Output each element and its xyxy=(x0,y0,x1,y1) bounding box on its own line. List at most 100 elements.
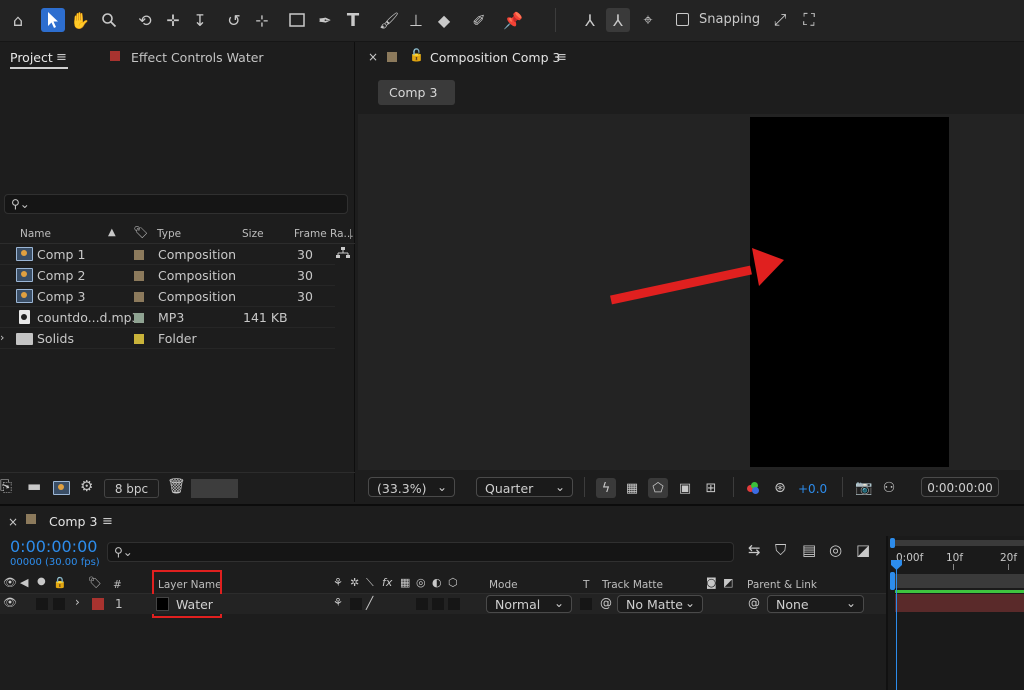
type-icon[interactable]: T xyxy=(341,8,365,32)
draft-3d-icon[interactable]: ⛉ xyxy=(775,543,786,558)
resolution-dropdown[interactable]: Quarter ⌄ xyxy=(476,477,573,497)
audio-icon[interactable]: ◀ xyxy=(20,577,28,588)
rotation-icon[interactable]: ↺ xyxy=(222,8,246,32)
composition-tab-title[interactable]: Composition Comp 3 xyxy=(430,50,560,65)
project-item-comp-3[interactable]: Comp 3 Composition 30 xyxy=(0,286,335,307)
rectangle-icon[interactable] xyxy=(285,8,309,32)
frame-blending-icon[interactable]: ◎ xyxy=(829,543,842,558)
dolly-camera-icon[interactable]: ↧ xyxy=(188,8,212,32)
motion-blur-switch[interactable] xyxy=(416,598,428,610)
project-item-comp-1[interactable]: Comp 1 Composition 30 xyxy=(0,244,335,265)
sort-ascending-icon[interactable]: ▲ xyxy=(108,228,116,238)
label-swatch[interactable] xyxy=(134,334,144,344)
view-axis-icon[interactable]: ⌖ xyxy=(636,8,660,32)
interpret-footage-icon[interactable]: ⎘ xyxy=(0,479,12,494)
3d-layer-icon[interactable]: ⬡ xyxy=(448,577,458,588)
trash-icon[interactable]: 🗑 xyxy=(167,479,186,494)
expand-chevron-icon[interactable]: › xyxy=(0,332,4,343)
track-matte-pickwhip-icon[interactable]: @ xyxy=(600,597,612,609)
column-type[interactable]: Type xyxy=(157,228,181,240)
project-item-comp-2[interactable]: Comp 2 Composition 30 xyxy=(0,265,335,286)
column-frame-rate[interactable]: Frame Ra... xyxy=(294,228,354,240)
parent-pickwhip-icon[interactable]: @ xyxy=(748,597,760,609)
region-of-interest-icon[interactable]: ▣ xyxy=(675,478,695,498)
expand-chevron-icon[interactable]: › xyxy=(75,596,80,608)
magnification-dropdown[interactable]: (33.3%) ⌄ xyxy=(368,477,455,497)
pan-camera-icon[interactable]: ✛ xyxy=(161,8,185,32)
exposure-value[interactable]: +0.0 xyxy=(798,482,827,496)
label-swatch[interactable] xyxy=(134,313,144,323)
pen-icon[interactable]: ✒ xyxy=(313,8,337,32)
solo-toggle[interactable] xyxy=(36,598,48,610)
selection-arrow-icon[interactable] xyxy=(41,8,65,32)
current-time-display[interactable]: 0:00:00:00 xyxy=(10,537,97,556)
collapse-switch[interactable] xyxy=(350,598,362,610)
blend-mode-dropdown[interactable]: Normal ⌄ xyxy=(486,595,572,613)
quality-switch-icon[interactable]: ╱ xyxy=(366,597,373,609)
puppet-pin-icon[interactable]: 📌 xyxy=(501,8,525,32)
panel-menu-icon[interactable]: ≡ xyxy=(56,51,67,64)
playhead-handle[interactable] xyxy=(891,560,902,570)
label-swatch[interactable] xyxy=(134,292,144,302)
lock-icon[interactable]: 🔒 xyxy=(53,577,67,588)
work-area-bar[interactable] xyxy=(895,574,1024,588)
motion-blur-icon[interactable]: ◪ xyxy=(856,543,870,558)
label-swatch[interactable] xyxy=(134,250,144,260)
mask-path-visibility-icon[interactable]: ⬠ xyxy=(648,478,668,498)
expand-snap-icon[interactable]: ⤢ xyxy=(768,8,792,32)
layer-row-water[interactable]: 👁 › 1 Water ⚘ ╱ Normal ⌄ @ No Matte ⌄ @ No… xyxy=(0,594,886,614)
timeline-graph-area[interactable]: 0:00f 10f 20f xyxy=(886,536,1024,690)
label-tag-icon[interactable]: 🏷 xyxy=(133,226,148,238)
project-item-audio[interactable]: countdo...d.mp3 MP3 141 KB xyxy=(0,307,335,328)
video-visibility-icon[interactable]: 👁 xyxy=(3,577,17,588)
brush-icon[interactable]: 🖌 xyxy=(377,8,401,32)
roto-brush-icon[interactable]: ✐ xyxy=(467,8,491,32)
flowchart-icon[interactable] xyxy=(336,247,350,259)
new-folder-icon[interactable]: ▬ xyxy=(27,479,41,494)
playhead-line[interactable] xyxy=(896,564,897,690)
orbit-camera-icon[interactable]: ⟲ xyxy=(133,8,157,32)
project-item-solids-folder[interactable]: › Solids Folder xyxy=(0,328,335,349)
composition-mini-flowchart-icon[interactable]: ⇆ xyxy=(748,543,761,558)
shy-icon[interactable]: ⚘ xyxy=(333,577,343,588)
adjustment-layer-icon[interactable]: ◐ xyxy=(432,577,442,588)
matte-invert-icon[interactable]: ◩ xyxy=(723,577,733,588)
layer-label-swatch[interactable] xyxy=(92,598,104,610)
label-tag-icon[interactable]: 🏷 xyxy=(88,577,102,588)
layer-name[interactable]: Water xyxy=(176,597,213,612)
comp-3-breadcrumb[interactable]: Comp 3 xyxy=(378,80,455,105)
tab-project[interactable]: Project xyxy=(10,50,53,65)
snap-options-icon[interactable]: ⛶ xyxy=(797,8,821,32)
hide-shy-layers-icon[interactable]: ▤ xyxy=(802,543,816,558)
time-navigator-bar[interactable] xyxy=(892,540,1024,546)
project-settings-icon[interactable]: ⚙ xyxy=(80,479,93,494)
track-matte-dropdown[interactable]: No Matte ⌄ xyxy=(617,595,703,613)
home-icon[interactable]: ⌂ xyxy=(6,8,30,32)
clone-stamp-icon[interactable]: ⊥ xyxy=(404,8,428,32)
show-snapshot-icon[interactable]: ⚇ xyxy=(880,479,898,497)
snapping-checkbox[interactable] xyxy=(676,13,689,26)
panel-menu-icon[interactable]: ≡ xyxy=(102,515,113,528)
anchor-point-icon[interactable]: ⊹ xyxy=(250,8,274,32)
motion-blur-column-icon[interactable]: ◎ xyxy=(416,577,426,588)
label-swatch[interactable] xyxy=(134,271,144,281)
timeline-search-input[interactable]: ⚲⌄ xyxy=(107,542,734,562)
transparency-grid-icon[interactable]: ▦ xyxy=(622,478,642,498)
close-icon[interactable]: × xyxy=(8,516,18,528)
time-navigator-start-handle[interactable] xyxy=(890,538,895,548)
solo-icon[interactable]: ● xyxy=(37,577,46,587)
matte-alpha-icon[interactable]: ◙ xyxy=(706,577,717,588)
project-search-input[interactable]: ⚲⌄ xyxy=(4,194,348,214)
world-axis-icon[interactable]: ⅄ xyxy=(606,8,630,32)
zoom-icon[interactable] xyxy=(97,8,121,32)
snapshot-camera-icon[interactable]: 📷 xyxy=(855,479,873,497)
effects-fx-icon[interactable]: fx xyxy=(382,577,392,588)
adjustment-switch[interactable] xyxy=(432,598,444,610)
channels-icon[interactable] xyxy=(747,482,759,494)
column-name[interactable]: Name xyxy=(20,228,51,240)
grid-guides-icon[interactable]: ⊞ xyxy=(701,478,721,498)
collapse-transformations-icon[interactable]: ✲ xyxy=(350,577,359,588)
lock-toggle[interactable] xyxy=(53,598,65,610)
frame-blending-column-icon[interactable]: ▦ xyxy=(400,577,410,588)
new-composition-icon[interactable] xyxy=(53,481,70,495)
